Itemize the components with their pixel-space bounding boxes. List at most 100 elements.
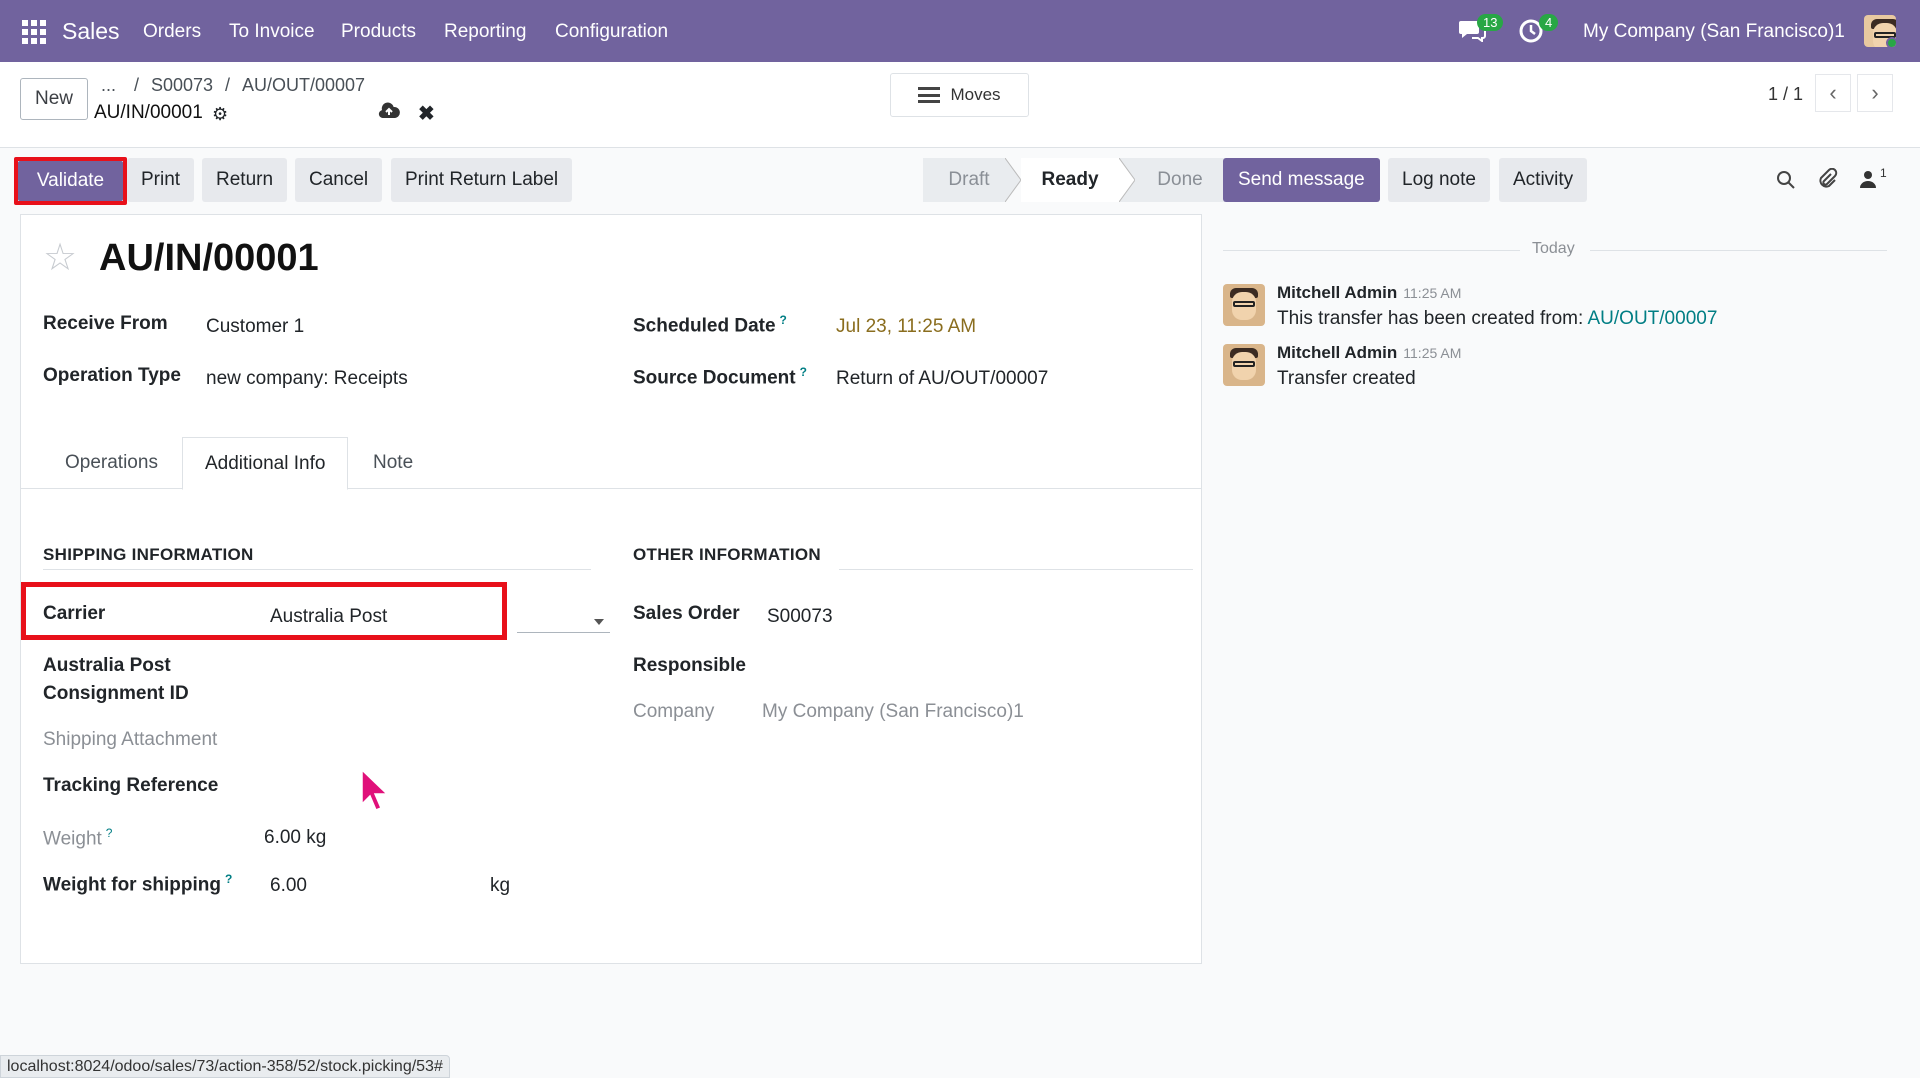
operation-type-value[interactable]: new company: Receipts [206,368,408,390]
shipping-attachment-label: Shipping Attachment [43,729,218,750]
print-return-label-button[interactable]: Print Return Label [391,158,573,202]
help-icon[interactable]: ? [106,826,113,840]
date-divider [1223,250,1520,251]
messages-badge: 13 [1477,14,1504,31]
status-ready[interactable]: Ready [1021,158,1119,202]
menu-to-invoice[interactable]: To Invoice [229,21,315,43]
source-document-label: Source Document? [633,365,807,389]
return-button[interactable]: Return [202,158,288,202]
consignment-label-line1: Australia Post [43,655,171,676]
section-divider [43,569,591,570]
scheduled-date-label: Scheduled Date? [633,313,787,337]
chevron-right-icon[interactable]: › [1857,74,1893,112]
message-body: Transfer created [1277,368,1416,389]
cancel-button[interactable]: Cancel [295,158,383,202]
menu-orders[interactable]: Orders [143,21,201,43]
control-panel: New ... / S00073 / AU/OUT/00007 AU/IN/00… [0,62,1920,148]
message-time: 11:25 AM [1403,345,1462,361]
top-navbar: Sales Orders To Invoice Products Reporti… [0,0,1920,62]
status-arrow [1119,158,1135,202]
consignment-label-line2: Consignment ID [43,683,189,704]
moves-smart-button[interactable]: Moves [890,73,1029,117]
status-draft[interactable]: Draft [923,158,1005,202]
send-message-button[interactable]: Send message [1223,158,1380,202]
log-note-button[interactable]: Log note [1388,158,1490,202]
sales-order-link[interactable]: S00073 [767,606,833,628]
weight-shipping-unit: kg [490,875,511,896]
new-button[interactable]: New [20,78,88,120]
breadcrumb-delivery[interactable]: AU/OUT/00007 [242,75,365,96]
tab-note[interactable]: Note [351,437,435,489]
followers-count: 1 [1880,166,1887,180]
validate-button[interactable]: Validate [18,161,123,201]
breadcrumb-ellipsis[interactable]: ... [101,75,116,96]
activity-button[interactable]: Activity [1499,158,1588,202]
receive-from-label: Receive From [43,313,168,334]
weight-value: 6.00 kg [264,827,327,848]
record-title: AU/IN/00001 [99,237,319,279]
url-status-bar: localhost:8024/odoo/sales/73/action-358/… [0,1055,450,1078]
receive-from-value[interactable]: Customer 1 [206,316,304,338]
source-document-value[interactable]: Return of AU/OUT/00007 [836,368,1048,390]
carrier-input[interactable]: Australia Post [270,606,387,628]
paperclip-icon[interactable] [1816,167,1838,196]
carrier-underline [517,632,610,633]
mouse-cursor-icon [360,768,390,820]
other-section-title: OTHER INFORMATION [633,545,821,564]
chevron-left-icon[interactable]: ‹ [1815,74,1851,112]
menu-products[interactable]: Products [341,21,416,43]
operation-type-label: Operation Type [43,365,181,386]
breadcrumb-separator: / [134,75,140,95]
breadcrumb-sale-order[interactable]: S00073 [151,75,213,96]
list-icon [918,87,941,103]
sales-order-label: Sales Order [633,603,740,624]
app-name[interactable]: Sales [62,18,120,45]
print-button[interactable]: Print [127,158,195,202]
moves-label: Moves [950,85,1001,104]
date-divider [1590,250,1887,251]
tab-operations[interactable]: Operations [43,437,180,489]
menu-reporting[interactable]: Reporting [444,21,526,43]
cloud-upload-icon[interactable] [378,102,400,125]
message-avatar[interactable] [1223,284,1265,326]
menu-configuration[interactable]: Configuration [555,21,668,43]
message-avatar[interactable] [1223,344,1265,386]
today-label: Today [1532,240,1575,257]
status-bar: Draft Ready Done [923,158,1225,202]
gear-icon[interactable]: ⚙ [212,104,228,125]
close-icon[interactable]: ✖ [418,101,435,126]
weight-shipping-label: Weight for shipping? [43,872,233,896]
apps-grid-icon[interactable] [22,20,46,44]
section-divider [839,569,1193,570]
status-arrow [1005,158,1021,202]
activities-badge: 4 [1539,14,1559,31]
status-done[interactable]: Done [1135,158,1225,202]
followers-icon[interactable] [1860,170,1876,194]
weight-shipping-input[interactable]: 6.00 [270,875,307,897]
tracking-reference-label: Tracking Reference [43,775,219,796]
responsible-label: Responsible [633,655,746,676]
message-time: 11:25 AM [1403,285,1462,301]
company-switcher[interactable]: My Company (San Francisco)1 [1583,21,1845,43]
user-avatar[interactable] [1864,15,1896,47]
carrier-label: Carrier [43,603,106,624]
pager-value[interactable]: 1 / 1 [1768,84,1803,105]
scheduled-date-value[interactable]: Jul 23, 11:25 AM [836,316,976,338]
help-icon[interactable]: ? [225,872,232,886]
record-name: AU/IN/00001 [94,102,203,123]
notebook-tabs: Operations Additional Info Note [21,437,1201,490]
company-value: My Company (San Francisco)1 [762,701,1024,722]
message-author: Mitchell Admin 11:25 AM [1277,343,1462,362]
help-icon[interactable]: ? [800,365,807,379]
weight-label: Weight? [43,826,113,850]
message-author: Mitchell Admin 11:25 AM [1277,283,1462,302]
form-sheet: ☆ AU/IN/00001 Receive From Customer 1 Op… [20,214,1202,964]
star-icon[interactable]: ☆ [43,235,77,280]
help-icon[interactable]: ? [780,313,787,327]
chevron-down-icon[interactable] [594,619,604,625]
breadcrumb-separator: / [225,75,231,95]
search-icon[interactable] [1776,170,1796,196]
company-label: Company [633,701,715,722]
tab-additional-info[interactable]: Additional Info [182,437,349,490]
message-link[interactable]: AU/OUT/00007 [1588,308,1718,329]
